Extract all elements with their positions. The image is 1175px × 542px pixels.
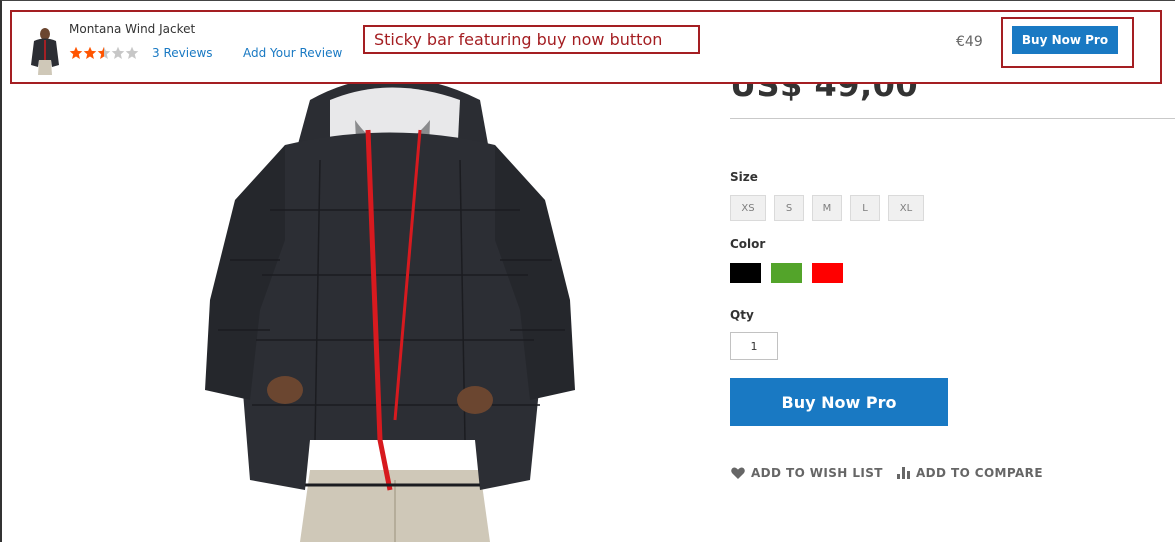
product-image <box>205 60 575 542</box>
add-to-wishlist-link[interactable]: ADD TO WISH LIST <box>731 466 883 480</box>
sticky-buy-now-button[interactable]: Buy Now Pro <box>1012 26 1118 54</box>
wishlist-label: ADD TO WISH LIST <box>751 466 883 480</box>
product-thumbnail <box>31 28 59 75</box>
star-icon <box>111 46 125 59</box>
size-option-s[interactable]: S <box>774 195 804 221</box>
review-count: 3 <box>152 46 160 60</box>
qty-label: Qty <box>730 308 754 322</box>
star-icon <box>97 46 111 59</box>
bar-chart-icon <box>897 467 910 479</box>
sticky-product-name: Montana Wind Jacket <box>69 22 196 36</box>
color-swatch-black[interactable] <box>730 263 761 283</box>
annotation-callout: Sticky bar featuring buy now button <box>363 25 700 54</box>
size-options: XS S M L XL <box>730 195 924 221</box>
heart-icon <box>731 467 745 479</box>
color-label: Color <box>730 237 766 251</box>
star-icon <box>69 46 83 59</box>
star-icon <box>125 46 139 59</box>
size-option-l[interactable]: L <box>850 195 880 221</box>
color-options <box>730 263 843 283</box>
qty-input[interactable] <box>730 332 778 360</box>
add-review-link[interactable]: Add Your Review <box>243 46 342 60</box>
buy-now-button[interactable]: Buy Now Pro <box>730 378 948 426</box>
size-option-xs[interactable]: XS <box>730 195 766 221</box>
reviews-link[interactable]: 3 Reviews <box>152 46 213 60</box>
size-label: Size <box>730 170 758 184</box>
rating-stars <box>69 46 139 60</box>
size-option-xl[interactable]: XL <box>888 195 924 221</box>
add-to-compare-link[interactable]: ADD TO COMPARE <box>897 466 1043 480</box>
color-swatch-red[interactable] <box>812 263 843 283</box>
sticky-price: €49 <box>956 34 983 50</box>
color-swatch-green[interactable] <box>771 263 802 283</box>
sticky-bar: Montana Wind Jacket 3 Reviews Add Your R… <box>10 10 1162 84</box>
compare-label: ADD TO COMPARE <box>916 466 1043 480</box>
annotation-text: Sticky bar featuring buy now button <box>374 30 663 49</box>
reviews-label: Reviews <box>163 46 213 60</box>
size-option-m[interactable]: M <box>812 195 842 221</box>
star-icon <box>83 46 97 59</box>
divider <box>730 118 1175 119</box>
